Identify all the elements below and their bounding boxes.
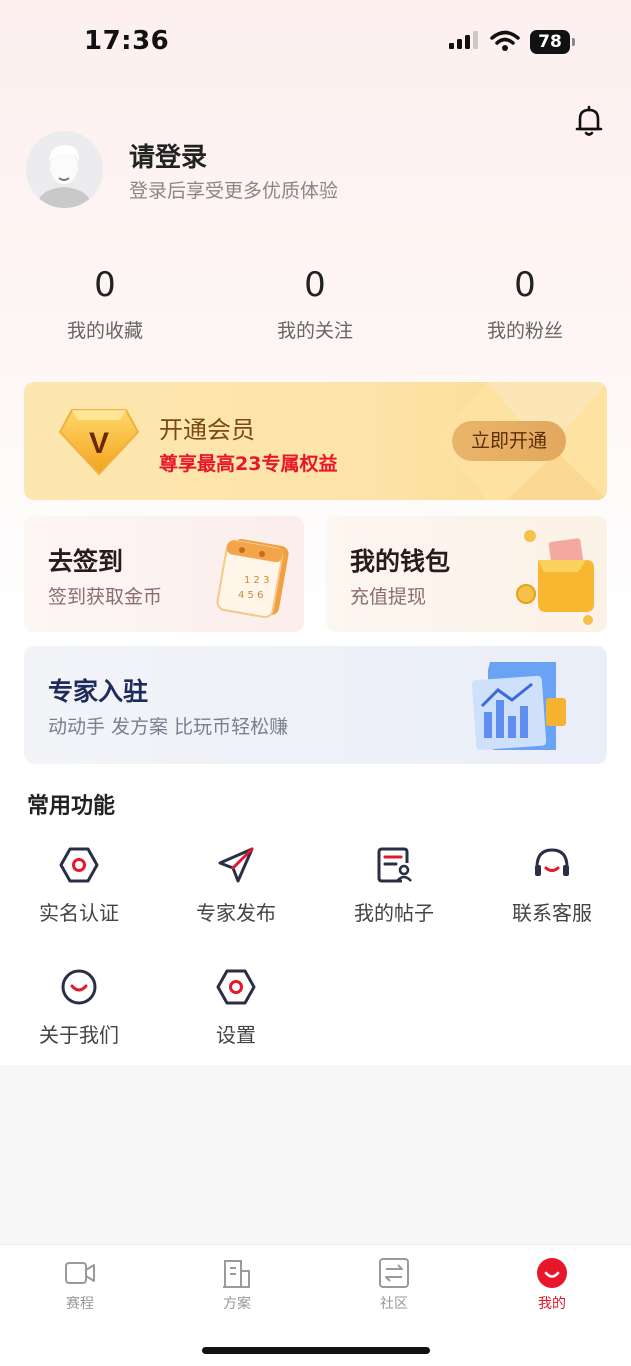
smile-icon <box>61 969 97 1005</box>
vip-badge-letter: V <box>89 427 109 460</box>
func-label: 设置 <box>216 1023 256 1047</box>
battery-level: 78 <box>530 30 570 54</box>
tab-plans[interactable]: 方案 <box>187 1245 287 1325</box>
expert-title: 专家入驻 <box>48 677 149 706</box>
func-expert-publish[interactable]: 专家发布 <box>166 845 306 945</box>
exchange-icon <box>379 1258 409 1288</box>
svg-text:1 2 3: 1 2 3 <box>244 575 269 586</box>
hexagon-icon <box>59 847 99 883</box>
headset-icon <box>535 848 569 876</box>
tab-label: 社区 <box>380 1296 408 1312</box>
wallet-icon <box>516 530 594 625</box>
following-label[interactable]: 我的关注 <box>235 316 395 343</box>
functions-title: 常用功能 <box>27 794 116 819</box>
checkin-card[interactable]: 去签到 签到获取金币 1 2 3 4 5 6 <box>24 516 304 632</box>
func-label: 联系客服 <box>512 901 592 925</box>
wifi-icon <box>490 30 520 51</box>
following-count[interactable]: 0 <box>255 265 375 305</box>
battery-indicator: 78 <box>530 30 576 54</box>
func-about-us[interactable]: 关于我们 <box>9 967 149 1067</box>
status-time: 17:36 <box>84 26 170 56</box>
expert-card[interactable]: 专家入驻 动动手 发方案 比玩币轻松赚 <box>24 646 607 764</box>
checkin-subtitle: 签到获取金币 <box>48 586 163 608</box>
open-vip-button[interactable]: 立即开通 <box>452 421 566 461</box>
wallet-card[interactable]: 我的钱包 充值提现 <box>326 516 607 632</box>
func-label: 专家发布 <box>196 901 276 925</box>
favorites-label[interactable]: 我的收藏 <box>25 316 185 343</box>
wallet-title: 我的钱包 <box>350 547 451 576</box>
post-icon <box>377 847 412 883</box>
expert-subtitle: 动动手 发方案 比玩币轻松赚 <box>48 716 289 738</box>
func-label: 我的帖子 <box>354 901 434 925</box>
func-settings[interactable]: 设置 <box>166 967 306 1067</box>
avatar-placeholder-icon <box>26 131 103 208</box>
favorites-count[interactable]: 0 <box>45 265 165 305</box>
vip-title: 开通会员 <box>159 416 255 444</box>
calendar-icon: 1 2 3 4 5 6 <box>216 538 289 619</box>
tab-label: 赛程 <box>66 1296 94 1312</box>
func-real-name[interactable]: 实名认证 <box>9 845 149 945</box>
bell-icon[interactable] <box>572 104 606 138</box>
smile-icon <box>537 1258 567 1288</box>
home-indicator[interactable] <box>202 1347 430 1354</box>
report-icon <box>471 662 566 751</box>
document-icon <box>223 1260 250 1288</box>
login-subtitle: 登录后享受更多优质体验 <box>129 180 339 202</box>
wallet-subtitle: 充值提现 <box>350 586 427 608</box>
login-title[interactable]: 请登录 <box>129 137 207 174</box>
func-label: 关于我们 <box>39 1023 119 1047</box>
avatar[interactable] <box>26 131 103 208</box>
tab-community[interactable]: 社区 <box>344 1245 444 1325</box>
send-icon <box>218 847 254 883</box>
func-my-posts[interactable]: 我的帖子 <box>324 845 464 945</box>
fans-count[interactable]: 0 <box>465 265 585 305</box>
func-label: 实名认证 <box>39 901 119 925</box>
fans-label[interactable]: 我的粉丝 <box>445 316 605 343</box>
tab-label: 方案 <box>223 1296 251 1312</box>
checkin-title: 去签到 <box>48 547 124 576</box>
tab-mine[interactable]: 我的 <box>502 1245 602 1325</box>
hexagon-icon <box>216 969 256 1005</box>
svg-text:4 5 6: 4 5 6 <box>238 590 263 601</box>
video-icon <box>65 1262 95 1284</box>
vip-subtitle: 尊享最高23专属权益 <box>159 453 338 475</box>
cellular-signal-icon <box>449 31 478 49</box>
vip-v-icon: V <box>58 409 140 476</box>
tab-label: 我的 <box>538 1296 566 1312</box>
vip-banner[interactable]: V 开通会员 尊享最高23专属权益 立即开通 <box>24 382 607 500</box>
func-contact-service[interactable]: 联系客服 <box>482 845 622 945</box>
tab-schedule[interactable]: 赛程 <box>30 1245 130 1325</box>
